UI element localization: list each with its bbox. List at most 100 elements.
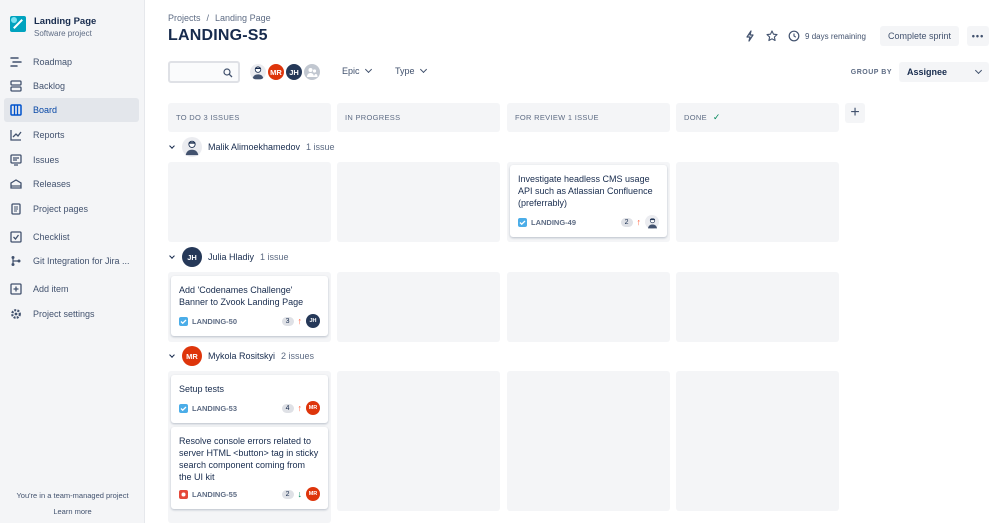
complete-sprint-button[interactable]: Complete sprint bbox=[879, 26, 959, 46]
story-points-badge: 3 bbox=[281, 316, 294, 326]
issue-title: Add 'Codenames Challenge' Banner to Zvoo… bbox=[179, 285, 304, 307]
task-type-icon bbox=[179, 316, 188, 326]
issue-key: LANDING-50 bbox=[179, 316, 237, 326]
column-header-done[interactable]: DONE ✓ bbox=[676, 103, 839, 132]
chevron-down-icon bbox=[419, 65, 427, 74]
reports-icon bbox=[10, 129, 22, 141]
column-header-for-review[interactable]: FOR REVIEW 1 ISSUE bbox=[507, 103, 670, 132]
issue-key: LANDING-55 bbox=[179, 489, 237, 499]
task-type-icon bbox=[179, 403, 188, 413]
sidebar-item-roadmap[interactable]: Roadmap bbox=[4, 50, 139, 74]
sidebar-item-label: Board bbox=[33, 105, 58, 115]
add-item-icon bbox=[10, 283, 22, 295]
board-cell bbox=[676, 272, 839, 342]
header-actions: 9 days remaining Complete sprint ••• bbox=[743, 26, 989, 46]
issues-icon bbox=[10, 154, 22, 166]
board-cell bbox=[337, 371, 500, 511]
assignee-avatar[interactable]: JH bbox=[306, 314, 320, 328]
git-icon bbox=[10, 255, 22, 267]
assignee-filter-avatars: MR JH bbox=[248, 62, 322, 82]
chevron-down-icon bbox=[974, 66, 983, 75]
assignee-avatar[interactable]: MR bbox=[306, 401, 320, 415]
board-cell bbox=[168, 162, 331, 242]
sidebar-item-label: Add item bbox=[33, 284, 69, 294]
type-filter[interactable]: Type bbox=[395, 65, 427, 76]
sidebar-item-git-integration[interactable]: Git Integration for Jira ... bbox=[4, 249, 139, 273]
priority-low-icon: ↓ bbox=[297, 489, 303, 499]
sidebar-item-issues[interactable]: Issues bbox=[4, 148, 139, 172]
avatar-mr: MR bbox=[182, 346, 202, 366]
priority-high-icon: ↑ bbox=[636, 217, 642, 227]
breadcrumb-project[interactable]: Landing Page bbox=[215, 13, 271, 23]
avatar-unassigned[interactable] bbox=[302, 62, 322, 82]
search-input[interactable] bbox=[168, 61, 240, 83]
days-remaining-text: 9 days remaining bbox=[805, 31, 866, 41]
epic-filter[interactable]: Epic bbox=[342, 65, 372, 76]
swimlane-count: 2 issues bbox=[281, 351, 315, 361]
more-actions-button[interactable]: ••• bbox=[967, 26, 989, 46]
lightning-icon[interactable] bbox=[743, 29, 757, 43]
sidebar-item-board[interactable]: Board bbox=[4, 98, 139, 122]
issue-key-text: LANDING-49 bbox=[531, 217, 577, 227]
task-type-icon bbox=[518, 217, 527, 227]
checklist-icon bbox=[10, 231, 22, 243]
issue-key: LANDING-49 bbox=[518, 217, 577, 227]
backlog-icon bbox=[10, 80, 22, 92]
issue-card[interactable]: Setup tests LANDING-53 4 ↑ MR bbox=[171, 375, 328, 423]
project-type: Software project bbox=[34, 29, 92, 38]
group-by-label: GROUP BY bbox=[850, 69, 892, 76]
sidebar-item-reports[interactable]: Reports bbox=[4, 123, 139, 147]
issue-card[interactable]: Investigate headless CMS usage API such … bbox=[510, 165, 667, 237]
board-cell bbox=[337, 162, 500, 242]
issue-card[interactable]: Resolve console errors related to server… bbox=[171, 427, 328, 509]
avatar-malik[interactable] bbox=[248, 62, 268, 82]
swimlane-header[interactable]: Malik Alimoekhamedov 1 issue bbox=[168, 137, 335, 157]
breadcrumb-projects[interactable]: Projects bbox=[168, 13, 201, 23]
project-header[interactable]: Landing Page Software project bbox=[10, 16, 96, 39]
swimlane-header[interactable]: MR Mykola Rositskyi 2 issues bbox=[168, 346, 314, 366]
swimlane-header[interactable]: JH Julia Hladiy 1 issue bbox=[168, 247, 289, 267]
issue-footer: LANDING-50 3 ↑ JH bbox=[179, 314, 320, 328]
sidebar-item-label: Project pages bbox=[33, 204, 89, 214]
avatar-mr[interactable]: MR bbox=[266, 62, 286, 82]
board-cell bbox=[676, 162, 839, 242]
add-column-button[interactable]: + bbox=[845, 103, 865, 123]
sidebar: Landing Page Software project Roadmap Ba… bbox=[0, 0, 145, 523]
star-icon[interactable] bbox=[765, 29, 779, 43]
group-by-value: Assignee bbox=[907, 67, 948, 77]
sidebar-item-add-item[interactable]: Add item bbox=[4, 277, 139, 301]
avatar-malik bbox=[182, 137, 202, 157]
pages-icon bbox=[10, 203, 22, 215]
sidebar-item-project-pages[interactable]: Project pages bbox=[4, 197, 139, 221]
chevron-down-icon bbox=[168, 142, 176, 151]
learn-more-link[interactable]: Learn more bbox=[0, 507, 145, 516]
issue-title: Setup tests bbox=[179, 384, 225, 394]
assignee-avatar[interactable]: MR bbox=[306, 487, 320, 501]
project-logo-icon bbox=[10, 16, 26, 32]
swimlane-count: 1 issue bbox=[260, 252, 289, 262]
column-header-todo[interactable]: TO DO 3 ISSUES bbox=[168, 103, 331, 132]
sidebar-item-releases[interactable]: Releases bbox=[4, 172, 139, 196]
group-by-select[interactable]: Assignee bbox=[899, 62, 989, 82]
board-cell bbox=[337, 272, 500, 342]
issue-meta: 2 ↓ MR bbox=[281, 487, 320, 501]
avatar-jh[interactable]: JH bbox=[284, 62, 304, 82]
swimlane-assignee: Julia Hladiy bbox=[208, 252, 255, 262]
issue-meta: 4 ↑ MR bbox=[281, 401, 320, 415]
sidebar-item-project-settings[interactable]: Project settings bbox=[4, 302, 139, 326]
project-name: Landing Page bbox=[34, 16, 97, 27]
column-title: FOR REVIEW 1 ISSUE bbox=[515, 113, 599, 122]
issue-meta: 2 ↑ bbox=[620, 215, 659, 229]
search-icon bbox=[223, 67, 233, 78]
sidebar-item-backlog[interactable]: Backlog bbox=[4, 74, 139, 98]
issue-card[interactable]: Add 'Codenames Challenge' Banner to Zvoo… bbox=[171, 276, 328, 336]
assignee-avatar[interactable] bbox=[645, 215, 659, 229]
sidebar-item-checklist[interactable]: Checklist bbox=[4, 225, 139, 249]
sidebar-item-label: Releases bbox=[33, 179, 71, 189]
chevron-down-icon bbox=[168, 252, 176, 261]
board-cell bbox=[676, 371, 839, 511]
sidebar-item-label: Issues bbox=[33, 155, 60, 165]
chevron-down-icon bbox=[168, 351, 176, 360]
column-header-in-progress[interactable]: IN PROGRESS bbox=[337, 103, 500, 132]
column-title: IN PROGRESS bbox=[345, 113, 401, 122]
